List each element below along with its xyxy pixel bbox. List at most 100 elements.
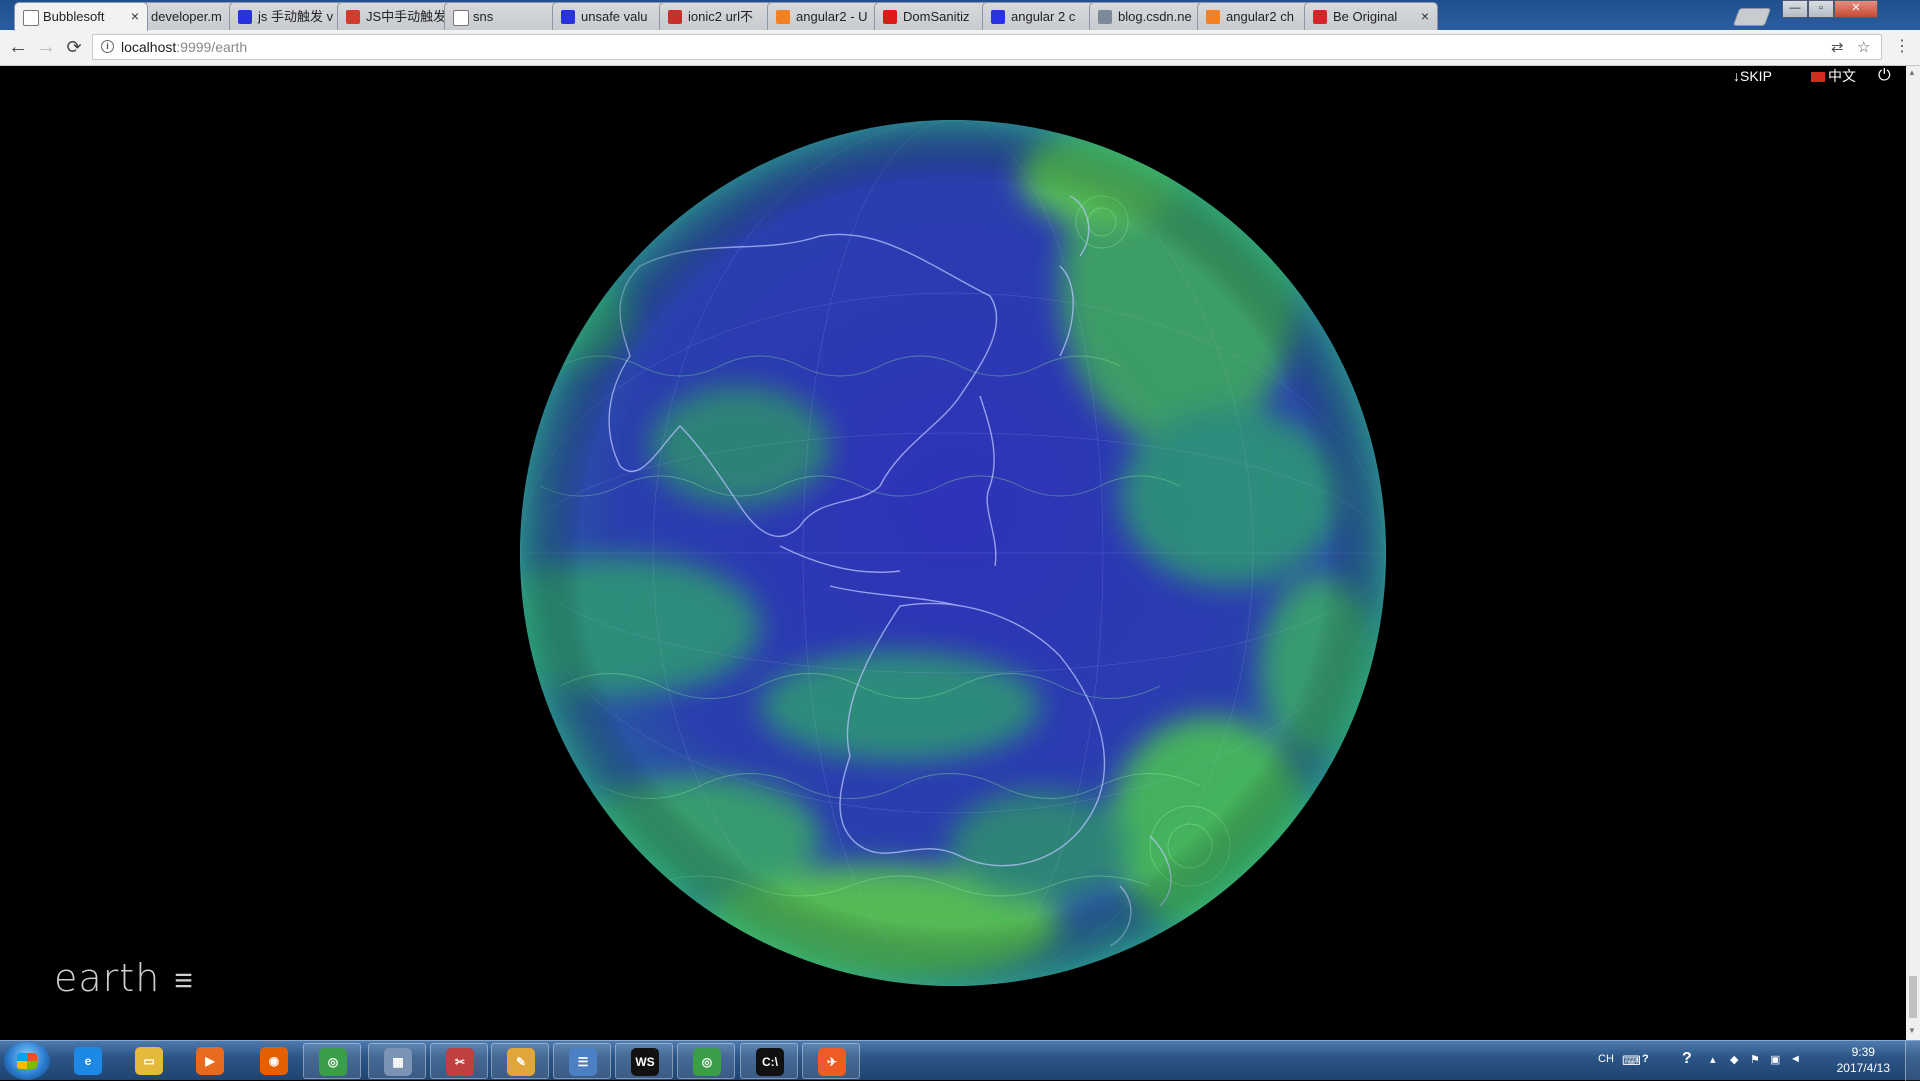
globe-area[interactable] [0,66,1906,1040]
network-icon[interactable]: ▣ [1770,1053,1780,1066]
tray-chevron-icon[interactable]: ▴ [1710,1053,1716,1066]
cmd-icon: C:\ [756,1048,784,1076]
start-button[interactable] [4,1042,50,1080]
earth-menu[interactable]: earth ≡ [54,956,194,1000]
reload-button[interactable]: ⟳ [62,36,86,60]
address-bar[interactable]: i localhost:9999/earth ⇄ ☆ [92,34,1882,60]
tab-1[interactable]: Bubblesoft × [14,2,148,31]
clock[interactable]: 9:39 2017/4/13 [1837,1044,1890,1076]
ime-help-icon[interactable]: ? [1642,1053,1649,1065]
clock-time: 9:39 [1851,1045,1875,1059]
baidu-paw-icon [561,10,575,24]
taskbar-explorer[interactable]: ▭ [120,1043,178,1079]
forward-button[interactable]: → [34,36,58,60]
power-icon[interactable]: ⏻ [1878,66,1891,86]
earth-title: earth [54,956,161,1000]
scroll-thumb[interactable] [1909,976,1917,1018]
tab-label: blog.csdn.ne [1118,9,1192,24]
taskbar-cmd[interactable]: C:\ [740,1043,798,1079]
taskbar-postman[interactable]: ✈ [802,1043,860,1079]
info-icon[interactable]: i [101,40,114,53]
keyboard-icon[interactable]: ⌨ [1622,1053,1641,1069]
tab-strip: Bubblesoft ×developer.m × js 手动触发 v × JS中手动触发… [0,0,1920,31]
scroll-down-icon[interactable]: ▼ [1908,1026,1916,1035]
china-flag-icon [1811,72,1825,83]
taskbar: e ▭ ▶ ◉ ◎ ▦ ✂ ✎ ☰ WS ◎ C:\ ✈ CH ⌨ ? ? ▴ ◆ ⚑ ▣ ◄ 9:39… [0,1040,1920,1081]
taskbar-firefox[interactable]: ◉ [245,1043,303,1079]
taskbar-messages[interactable]: ☰ [553,1043,611,1079]
download-icon: ↓ [1733,68,1740,84]
paint-icon: ✎ [507,1048,535,1076]
ie-icon: e [74,1047,102,1075]
baidu-paw-icon [238,10,252,24]
globe-svg[interactable] [0,66,1906,1040]
help-icon[interactable]: ? [1682,1050,1692,1068]
volume-icon[interactable]: ◄ [1790,1053,1801,1065]
browser-menu-icon[interactable]: ⋮ [1894,38,1910,56]
calculator-icon: ▦ [384,1048,412,1076]
language-label: 中文 [1828,68,1856,84]
bookmark-star-icon[interactable]: ☆ [1857,38,1870,56]
media-player-icon: ▶ [196,1047,224,1075]
language-link[interactable]: 中文 [1811,66,1856,86]
tab-label: developer.m [151,9,222,24]
skip-link[interactable]: ↓SKIP [1733,66,1772,86]
clock-date: 2017/4/13 [1836,1061,1890,1075]
baidu-paw-icon [991,10,1005,24]
tab-label: angular2 ch [1226,9,1294,24]
taskbar-media-player[interactable]: ▶ [181,1043,239,1079]
browser-toolbar: ← → ⟳ i localhost:9999/earth ⇄ ☆ ⋮ [0,30,1920,66]
tab-label: DomSanitiz [903,9,970,24]
taskbar-webstorm[interactable]: WS [615,1043,673,1079]
taskbar-paint[interactable]: ✎ [491,1043,549,1079]
page-scrollbar[interactable]: ▲ ▼ [1906,66,1920,1040]
stackoverflow-icon [1206,10,1220,24]
back-button[interactable]: ← [6,36,30,60]
explorer-icon: ▭ [135,1047,163,1075]
chrome-icon: ◎ [319,1048,347,1076]
tab-label: Bubblesoft [43,9,105,24]
firefox-icon: ◉ [260,1047,288,1075]
close-window-button[interactable]: ✕ [1834,0,1878,18]
taskbar-ie[interactable]: e [59,1043,117,1079]
qq-icon[interactable]: ◆ [1730,1053,1738,1066]
tab-13[interactable]: Be Original × [1304,2,1438,30]
translate-icon[interactable]: ⇄ [1831,38,1844,56]
scroll-up-icon[interactable]: ▲ [1908,68,1916,77]
show-desktop-button[interactable] [1905,1041,1920,1081]
new-tab-button[interactable] [1732,8,1772,26]
csdn-c-icon-grey [1098,10,1112,24]
flag-icon[interactable]: ⚑ [1750,1053,1760,1066]
url-host: localhost [121,39,177,55]
taskbar-snipping[interactable]: ✂ [430,1043,488,1079]
taskbar-chrome-2[interactable]: ◎ [677,1043,735,1079]
stackoverflow-icon [776,10,790,24]
page-icon [453,10,469,26]
postman-icon: ✈ [818,1048,846,1076]
input-language[interactable]: CH [1598,1053,1614,1065]
taskbar-chrome[interactable]: ◎ [303,1043,361,1079]
globe-rim [520,120,1386,986]
tab-label: ionic2 url不 [688,9,754,24]
maximize-button[interactable]: ▫ [1808,0,1834,18]
taskbar-calculator[interactable]: ▦ [368,1043,426,1079]
tab-label: angular2 - U [796,9,868,24]
chrome-2-icon: ◎ [693,1048,721,1076]
url-path: :9999/earth [176,39,248,55]
tab-label: angular 2 c [1011,9,1076,24]
tab-close-icon[interactable]: × [1421,3,1429,30]
snipping-icon: ✂ [446,1048,474,1076]
messages-icon: ☰ [569,1048,597,1076]
csdn-c-icon [668,10,682,24]
hamburger-menu-icon[interactable]: ≡ [174,961,194,999]
tab-label: sns [473,9,494,24]
angular-icon [883,10,897,24]
system-tray: CH ⌨ ? ? ▴ ◆ ⚑ ▣ ◄ 9:39 2017/4/13 [1590,1041,1920,1081]
tab-close-icon[interactable]: × [131,3,139,30]
earth-page: ↓SKIP 中文 ⏻ earth ≡ [0,66,1906,1040]
tab-label: js 手动触发 v [258,9,334,24]
webstorm-icon: WS [631,1048,659,1076]
url-text[interactable]: localhost:9999/earth [121,35,247,59]
tab-label: JS中手动触发 [366,9,447,24]
minimize-button[interactable]: — [1782,0,1808,18]
